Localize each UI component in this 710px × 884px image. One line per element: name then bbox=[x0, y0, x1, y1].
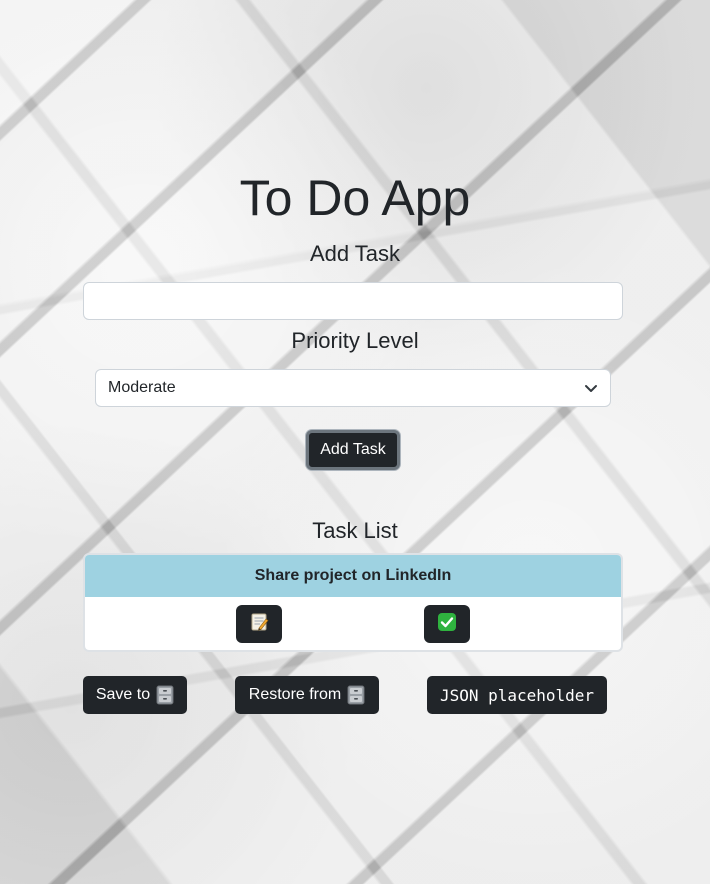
page-title: To Do App bbox=[239, 170, 471, 226]
task-item-title[interactable]: Share project on LinkedIn bbox=[85, 555, 621, 597]
task-item: Share project on LinkedIn bbox=[83, 553, 623, 652]
task-input[interactable] bbox=[83, 282, 623, 320]
json-placeholder-button[interactable]: JSON placeholder bbox=[427, 676, 607, 714]
chevron-down-icon bbox=[584, 381, 598, 395]
priority-select[interactable]: Moderate bbox=[95, 369, 611, 407]
add-task-button[interactable]: Add Task bbox=[306, 430, 400, 470]
file-cabinet-icon bbox=[347, 685, 365, 705]
memo-icon bbox=[249, 612, 269, 637]
edit-task-button[interactable] bbox=[236, 605, 282, 643]
task-item-actions bbox=[85, 597, 621, 650]
save-button-label: Save to bbox=[95, 686, 151, 703]
save-to-storage-button[interactable]: Save to bbox=[83, 676, 187, 714]
priority-level-label: Priority Level bbox=[291, 328, 419, 353]
task-list-label: Task List bbox=[312, 518, 398, 543]
add-task-label: Add Task bbox=[309, 241, 401, 266]
priority-selected-value: Moderate bbox=[108, 379, 176, 396]
file-cabinet-icon bbox=[156, 685, 174, 705]
restore-button-label: Restore from bbox=[248, 686, 342, 703]
restore-from-storage-button[interactable]: Restore from bbox=[235, 676, 379, 714]
complete-task-button[interactable] bbox=[424, 605, 470, 643]
check-mark-button-icon bbox=[437, 612, 457, 637]
